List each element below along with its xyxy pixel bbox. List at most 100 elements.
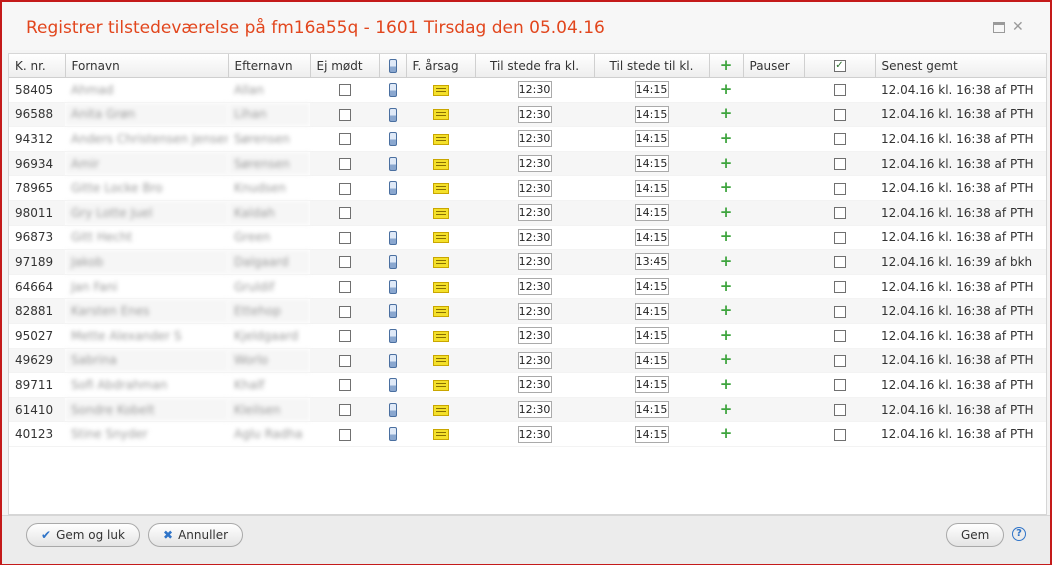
- time-from-input[interactable]: 12:30: [517, 130, 552, 148]
- time-from-input[interactable]: 12:30: [517, 401, 552, 419]
- row-checkbox[interactable]: [833, 158, 846, 171]
- ej-moedt-checkbox[interactable]: [338, 207, 351, 220]
- time-from-input[interactable]: 12:30: [517, 376, 552, 394]
- time-from-input[interactable]: 12:30: [517, 327, 552, 345]
- note-icon[interactable]: [432, 429, 449, 441]
- note-icon[interactable]: [432, 183, 449, 195]
- ej-moedt-checkbox[interactable]: [338, 231, 351, 244]
- note-icon[interactable]: [432, 404, 449, 416]
- plus-icon[interactable]: +: [720, 129, 733, 147]
- time-from-input[interactable]: 12:30: [517, 302, 552, 320]
- checkbox-checked-icon[interactable]: ✓: [833, 60, 846, 72]
- col-select-all[interactable]: ✓: [804, 54, 876, 78]
- note-icon[interactable]: [432, 379, 449, 391]
- col-fra[interactable]: Til stede fra kl.: [475, 54, 595, 78]
- phone-icon[interactable]: [388, 402, 397, 417]
- row-checkbox[interactable]: [833, 428, 846, 441]
- row-checkbox[interactable]: [833, 133, 846, 146]
- table-row[interactable]: 94312 Anders Christensen Jensen Sørensen 12…: [9, 126, 1046, 152]
- ej-moedt-checkbox[interactable]: [338, 305, 351, 318]
- time-from-input[interactable]: 12:30: [517, 228, 552, 246]
- col-senest[interactable]: Senest gemt: [875, 54, 1046, 78]
- col-knr[interactable]: K. nr.: [9, 54, 66, 78]
- col-fornavn[interactable]: Fornavn: [65, 54, 229, 78]
- phone-icon[interactable]: [388, 427, 397, 442]
- table-row[interactable]: 89711 Sofi Abdrahman Khalf 12:30 14:15 +12.04…: [9, 372, 1046, 398]
- ej-moedt-checkbox[interactable]: [338, 133, 351, 146]
- save-close-button[interactable]: ✔ Gem og luk: [26, 523, 140, 547]
- time-to-input[interactable]: 14:15: [634, 351, 669, 369]
- note-icon[interactable]: [432, 232, 449, 244]
- ej-moedt-checkbox[interactable]: [338, 256, 351, 269]
- time-from-input[interactable]: 12:30: [517, 253, 552, 271]
- row-checkbox[interactable]: [833, 256, 846, 269]
- table-row[interactable]: 98011 Gry Lotte Juel Kaldah 12:30 14:15 +12.0…: [9, 200, 1046, 226]
- col-phone[interactable]: [379, 54, 407, 78]
- time-to-input[interactable]: 14:15: [634, 204, 669, 222]
- row-checkbox[interactable]: [833, 379, 846, 392]
- ej-moedt-checkbox[interactable]: [338, 158, 351, 171]
- note-icon[interactable]: [432, 133, 449, 145]
- note-icon[interactable]: [432, 306, 449, 318]
- time-from-input[interactable]: 12:30: [517, 278, 552, 296]
- time-to-input[interactable]: 14:15: [634, 401, 669, 419]
- phone-icon[interactable]: [388, 107, 397, 122]
- time-from-input[interactable]: 12:30: [517, 81, 552, 99]
- time-to-input[interactable]: 13:45: [634, 253, 669, 271]
- phone-icon[interactable]: [388, 328, 397, 343]
- ej-moedt-checkbox[interactable]: [338, 281, 351, 294]
- time-to-input[interactable]: 14:15: [634, 105, 669, 123]
- time-to-input[interactable]: 14:15: [634, 278, 669, 296]
- col-efternavn[interactable]: Efternavn: [228, 54, 311, 78]
- table-row[interactable]: 95027 Mette Alexander S Kjeldgaard 12:30 14:…: [9, 323, 1046, 349]
- plus-icon[interactable]: +: [720, 400, 733, 418]
- plus-icon[interactable]: +: [720, 80, 733, 98]
- row-checkbox[interactable]: [833, 404, 846, 417]
- col-pauser[interactable]: Pauser: [743, 54, 805, 78]
- time-to-input[interactable]: 14:15: [634, 81, 669, 99]
- time-to-input[interactable]: 14:15: [634, 130, 669, 148]
- table-row[interactable]: 64664 Jan Fani Gruldif 12:30 14:15 +12.04.16 …: [9, 274, 1046, 300]
- time-from-input[interactable]: 12:30: [517, 155, 552, 173]
- row-checkbox[interactable]: [833, 84, 846, 97]
- ej-moedt-checkbox[interactable]: [338, 379, 351, 392]
- table-row[interactable]: 58405 Ahmad Allan 12:30 14:15 +12.04.16 kl. 1…: [9, 77, 1046, 103]
- plus-icon[interactable]: +: [720, 227, 733, 245]
- table-row[interactable]: 96588 Anita Grøn Lihan 12:30 14:15 +12.04.16 …: [9, 102, 1046, 128]
- plus-icon[interactable]: +: [720, 178, 733, 196]
- ej-moedt-checkbox[interactable]: [338, 182, 351, 195]
- time-to-input[interactable]: 14:15: [634, 376, 669, 394]
- phone-icon[interactable]: [388, 304, 397, 319]
- ej-moedt-checkbox[interactable]: [338, 404, 351, 417]
- plus-icon[interactable]: +: [720, 277, 733, 295]
- row-checkbox[interactable]: [833, 108, 846, 121]
- phone-icon[interactable]: [388, 279, 397, 294]
- help-icon[interactable]: ?: [1012, 527, 1026, 541]
- phone-icon[interactable]: [388, 230, 397, 245]
- ej-moedt-checkbox[interactable]: [338, 84, 351, 97]
- table-row[interactable]: 96873 Gitt Hecht Green 12:30 14:15 +12.04.16 …: [9, 225, 1046, 251]
- plus-icon[interactable]: +: [720, 252, 733, 270]
- note-icon[interactable]: [432, 84, 449, 96]
- close-icon[interactable]: ✕: [1012, 20, 1024, 34]
- table-row[interactable]: 61410 Sondre Kobelt Kleilsen 12:30 14:15 +12.…: [9, 397, 1046, 423]
- note-icon[interactable]: [432, 158, 449, 170]
- time-from-input[interactable]: 12:30: [517, 351, 552, 369]
- table-row[interactable]: 49629 Sabrina Worlo 12:30 14:15 +12.04.16 kl.…: [9, 348, 1046, 374]
- table-row[interactable]: 97189 Jakob Dalgaard 12:30 13:45 +12.04.16 kl…: [9, 249, 1046, 275]
- ej-moedt-checkbox[interactable]: [338, 428, 351, 441]
- table-row[interactable]: 78965 Gitte Locke Bro Knudsen 12:30 14:15 +12…: [9, 175, 1046, 201]
- col-add[interactable]: +: [709, 54, 744, 78]
- note-icon[interactable]: [432, 355, 449, 367]
- time-to-input[interactable]: 14:15: [634, 179, 669, 197]
- time-to-input[interactable]: 14:15: [634, 302, 669, 320]
- note-icon[interactable]: [432, 207, 449, 219]
- phone-icon[interactable]: [388, 156, 397, 171]
- maximize-icon[interactable]: [993, 22, 1005, 33]
- plus-icon[interactable]: +: [720, 350, 733, 368]
- plus-icon[interactable]: +: [720, 375, 733, 393]
- col-til[interactable]: Til stede til kl.: [594, 54, 710, 78]
- col-aarsag[interactable]: F. årsag: [406, 54, 476, 78]
- ej-moedt-checkbox[interactable]: [338, 108, 351, 121]
- note-icon[interactable]: [432, 281, 449, 293]
